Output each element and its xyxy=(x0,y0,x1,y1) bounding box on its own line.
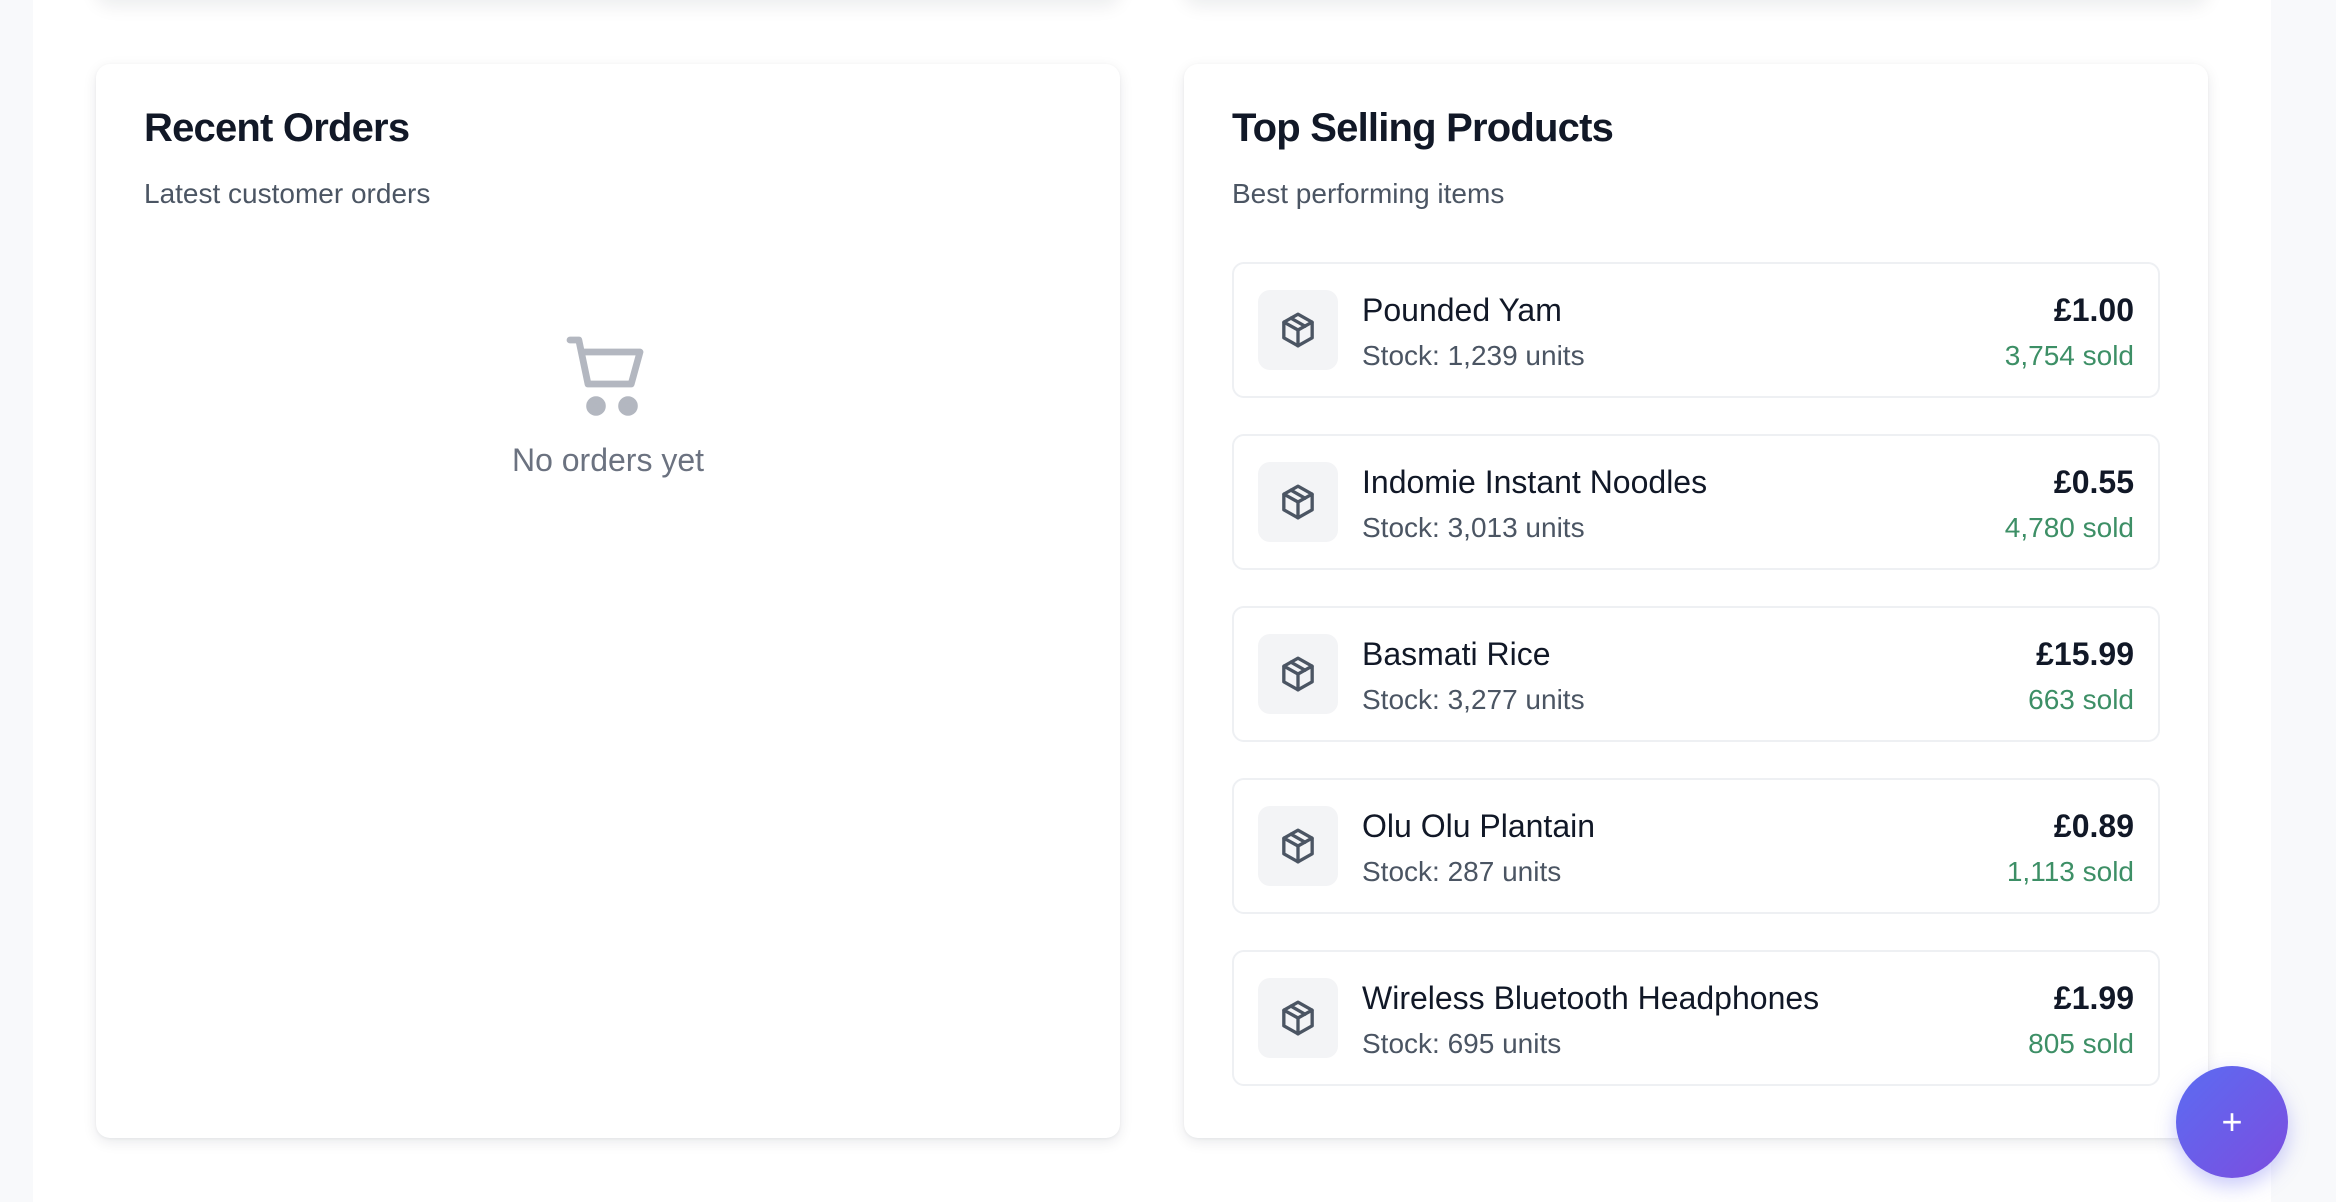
top-selling-card: Top Selling Products Best performing ite… xyxy=(1184,64,2208,1138)
package-icon xyxy=(1282,484,1314,520)
product-icon-box xyxy=(1258,806,1338,886)
package-icon xyxy=(1282,312,1314,348)
recent-orders-title: Recent Orders xyxy=(144,106,410,150)
product-price: £1.00 xyxy=(2053,292,2134,328)
product-name: Indomie Instant Noodles xyxy=(1362,464,1708,500)
product-stock: Stock: 695 units xyxy=(1362,1028,1562,1059)
product-stock: Stock: 1,239 units xyxy=(1362,340,1585,371)
add-button[interactable]: + xyxy=(2176,1066,2288,1178)
product-row[interactable]: Wireless Bluetooth Headphones Stock: 695… xyxy=(1232,950,2160,1086)
package-icon xyxy=(1282,1000,1314,1036)
orders-empty-state: No orders yet xyxy=(96,326,1120,479)
product-row[interactable]: Pounded Yam Stock: 1,239 units £1.00 3,7… xyxy=(1232,262,2160,398)
product-list: Pounded Yam Stock: 1,239 units £1.00 3,7… xyxy=(1232,262,2160,1086)
package-icon xyxy=(1282,656,1314,692)
top-selling-title: Top Selling Products xyxy=(1232,106,1614,150)
recent-orders-card: Recent Orders Latest customer orders No … xyxy=(96,64,1120,1138)
plus-icon: + xyxy=(2221,1101,2243,1142)
product-sold: 663 sold xyxy=(2028,684,2134,715)
page-margin xyxy=(2271,0,2336,1202)
product-price: £0.55 xyxy=(2053,464,2134,500)
product-stock: Stock: 287 units xyxy=(1362,856,1562,887)
product-sold: 3,754 sold xyxy=(2004,340,2134,371)
package-icon xyxy=(1282,828,1314,864)
shopping-cart-icon xyxy=(566,336,644,416)
product-name: Wireless Bluetooth Headphones xyxy=(1362,980,1820,1016)
top-selling-subtitle: Best performing items xyxy=(1232,178,1505,209)
product-row[interactable]: Indomie Instant Noodles Stock: 3,013 uni… xyxy=(1232,434,2160,570)
product-name: Olu Olu Plantain xyxy=(1362,808,1596,844)
product-stock: Stock: 3,277 units xyxy=(1362,684,1585,715)
product-price: £1.99 xyxy=(2053,980,2134,1016)
product-name: Basmati Rice xyxy=(1362,636,1551,672)
empty-orders-text: No orders yet xyxy=(511,442,705,478)
product-icon-box xyxy=(1258,462,1338,542)
recent-orders-subtitle: Latest customer orders xyxy=(144,178,431,209)
product-icon-box xyxy=(1258,978,1338,1058)
product-price: £0.89 xyxy=(2053,808,2134,844)
product-name: Pounded Yam xyxy=(1362,292,1562,328)
product-price: £15.99 xyxy=(2036,636,2134,672)
product-sold: 805 sold xyxy=(2028,1028,2134,1059)
product-row[interactable]: Basmati Rice Stock: 3,277 units £15.99 6… xyxy=(1232,606,2160,742)
product-row[interactable]: Olu Olu Plantain Stock: 287 units £0.89 … xyxy=(1232,778,2160,914)
product-icon-box xyxy=(1258,634,1338,714)
product-sold: 4,780 sold xyxy=(2004,512,2134,543)
product-icon-box xyxy=(1258,290,1338,370)
product-sold: 1,113 sold xyxy=(2006,856,2134,887)
product-stock: Stock: 3,013 units xyxy=(1362,512,1585,543)
